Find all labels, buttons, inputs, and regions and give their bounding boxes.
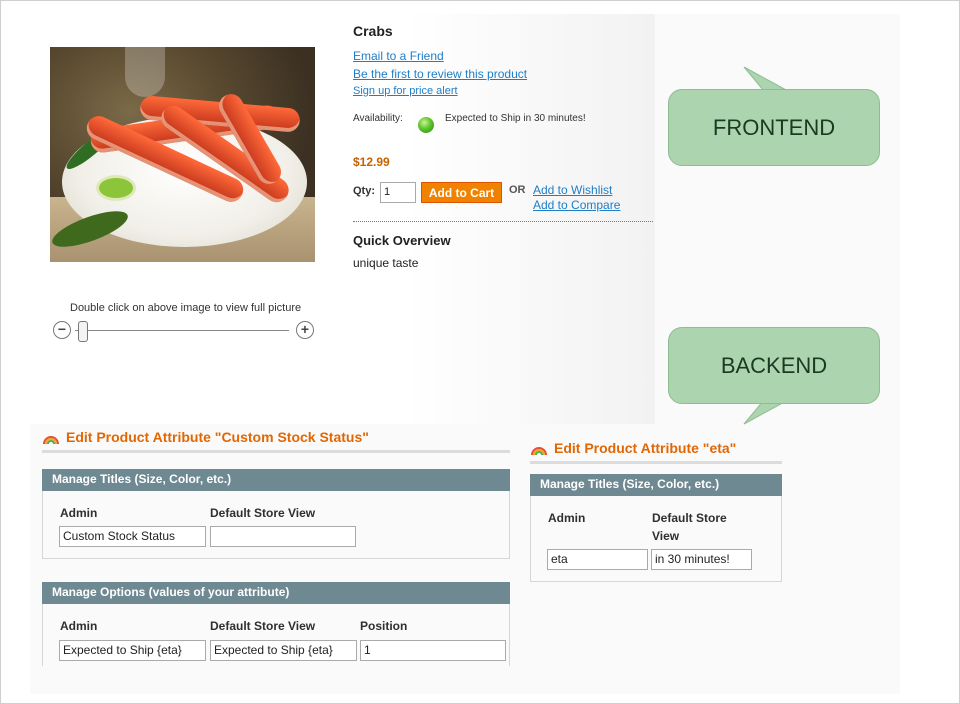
title-underline: [530, 461, 782, 464]
eta-col-admin: Admin: [548, 511, 586, 525]
eta-col-default-line2: View: [652, 529, 680, 543]
quick-overview-text: unique taste: [353, 256, 419, 270]
availability-text: Expected to Ship in 30 minutes!: [445, 113, 586, 124]
opt-col-admin: Admin: [60, 619, 98, 633]
or-separator: OR: [509, 184, 526, 196]
title-underline: [42, 450, 510, 453]
admin-title-input[interactable]: Custom Stock Status: [59, 526, 206, 547]
zoom-out-icon[interactable]: −: [53, 321, 71, 339]
eta-manage-titles-header: Manage Titles (Size, Color, etc.): [530, 474, 782, 496]
add-to-compare-link[interactable]: Add to Compare: [533, 198, 620, 212]
product-price: $12.99: [353, 155, 390, 169]
rainbow-icon: [531, 447, 547, 455]
option-position-input[interactable]: 1: [360, 640, 506, 661]
price-alert-link[interactable]: Sign up for price alert: [353, 85, 458, 97]
divider: [353, 221, 653, 222]
product-image[interactable]: [50, 47, 315, 262]
zoom-track[interactable]: [75, 330, 289, 331]
default-store-title-input[interactable]: [210, 526, 356, 547]
qty-label: Qty:: [353, 185, 375, 197]
eta-default-store-input[interactable]: in 30 minutes!: [651, 549, 752, 570]
backend-callout: BACKEND: [668, 327, 880, 404]
opt-col-position: Position: [360, 619, 408, 633]
option-admin-input[interactable]: Expected to Ship {eta}: [59, 640, 206, 661]
page-title-eta: Edit Product Attribute "eta": [554, 440, 737, 456]
eta-admin-input[interactable]: eta: [547, 549, 648, 570]
quick-overview-title: Quick Overview: [353, 233, 451, 248]
product-title: Crabs: [353, 23, 393, 39]
zoom-control: − +: [53, 321, 315, 342]
page-title-custom-stock-status: Edit Product Attribute "Custom Stock Sta…: [66, 429, 369, 445]
option-default-store-input[interactable]: Expected to Ship {eta}: [210, 640, 357, 661]
add-to-wishlist-link[interactable]: Add to Wishlist: [533, 183, 612, 197]
frontend-callout: FRONTEND: [668, 89, 880, 166]
review-link[interactable]: Be the first to review this product: [353, 67, 527, 81]
manage-titles-body: [42, 491, 510, 559]
zoom-caption: Double click on above image to view full…: [70, 302, 302, 314]
manage-titles-header: Manage Titles (Size, Color, etc.): [42, 469, 510, 491]
qty-input[interactable]: 1: [380, 182, 416, 203]
add-to-cart-button[interactable]: Add to Cart: [421, 182, 502, 203]
eta-col-default-line1: Default Store: [652, 511, 727, 525]
zoom-in-icon[interactable]: +: [296, 321, 314, 339]
availability-label: Availability:: [353, 113, 403, 124]
zoom-handle[interactable]: [78, 321, 88, 342]
email-friend-link[interactable]: Email to a Friend: [353, 49, 444, 63]
col-admin: Admin: [60, 506, 98, 520]
col-default-store-view: Default Store View: [210, 506, 316, 520]
manage-options-header: Manage Options (values of your attribute…: [42, 582, 510, 604]
lime-wedge: [96, 175, 136, 201]
glass-decoration: [125, 47, 165, 97]
opt-col-default-store-view: Default Store View: [210, 619, 316, 633]
in-stock-dot-icon: [418, 117, 434, 133]
rainbow-icon: [43, 436, 59, 444]
